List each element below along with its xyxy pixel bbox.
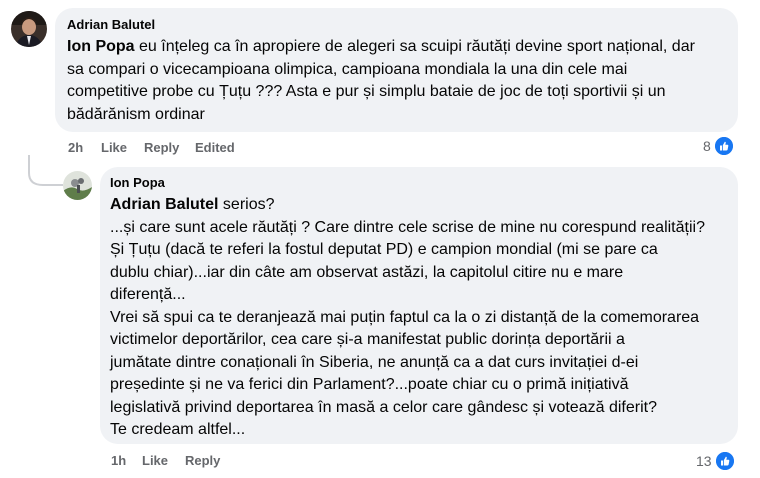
avatar-photo-icon — [63, 171, 92, 200]
reply-line: diferență... — [110, 286, 186, 303]
reply-line: Și Țuțu (dacă te referi la fostul deputa… — [110, 241, 658, 258]
reply-line: serios? — [218, 196, 275, 213]
reply-button[interactable]: Reply — [185, 453, 220, 469]
reply-line: Vrei să spui ca te deranjează mai puțin … — [110, 308, 700, 326]
reply-button[interactable]: Reply — [144, 140, 179, 156]
reply-author[interactable]: Ion Popa — [110, 175, 728, 191]
reaction-count: 8 — [703, 138, 711, 154]
reply-line: președinte și ne va ferici din Parlament… — [110, 376, 629, 393]
reply-line: ...și care sunt acele răutăți ? Care din… — [110, 218, 705, 236]
reply-text: Adrian Balutel serios? ...și care sunt a… — [110, 194, 728, 442]
comment-text: Ion Popa eu înțeleg ca în apropiere de a… — [67, 36, 726, 126]
reaction-count: 13 — [696, 453, 712, 469]
thumbs-up-icon — [712, 135, 735, 157]
comment-author[interactable]: Adrian Balutel — [67, 17, 726, 33]
reply-time[interactable]: 1h — [111, 453, 126, 469]
comment-actions: 2h Like Reply Edited — [68, 140, 368, 156]
reply-actions: 1h Like Reply — [111, 453, 311, 469]
like-button[interactable]: Like — [142, 453, 168, 469]
reply-line: dublu chiar)...iar din câte am observat … — [110, 263, 624, 281]
comment-line: sa compari o vicecampioana olimpica, cam… — [67, 60, 628, 78]
reaction-summary[interactable]: 8 — [703, 135, 735, 157]
comment-mention[interactable]: Ion Popa — [67, 38, 135, 55]
reply-line: legislativă privind deportarea în masă a… — [110, 398, 657, 416]
comment-line: bădărănism ordinar — [67, 105, 205, 123]
comment-time[interactable]: 2h — [68, 140, 83, 156]
comment-line: competitive probe cu Țuțu ??? Asta e pur… — [67, 83, 666, 100]
reply-avatar[interactable] — [63, 171, 92, 200]
comment-line: eu înțeleg ca în apropiere de alegeri sa… — [134, 38, 695, 55]
reply-bubble: Ion Popa Adrian Balutel serios? ...și ca… — [100, 167, 738, 444]
avatar-photo-icon — [11, 11, 47, 47]
reply-line: victimelor deportărilor, cea care și-a m… — [110, 331, 625, 348]
edited-label: Edited — [195, 140, 235, 155]
reply-line: Te credeam altfel... — [110, 421, 246, 438]
thumbs-up-icon — [713, 450, 736, 472]
avatar[interactable] — [11, 11, 47, 47]
comment-bubble: Adrian Balutel Ion Popa eu înțeleg ca în… — [55, 8, 738, 132]
reaction-summary[interactable]: 13 — [696, 450, 736, 472]
like-button[interactable]: Like — [101, 140, 127, 156]
reply-mention[interactable]: Adrian Balutel — [110, 196, 218, 213]
reply-line: jumătate dintre conaționali în Siberia, … — [110, 353, 639, 371]
